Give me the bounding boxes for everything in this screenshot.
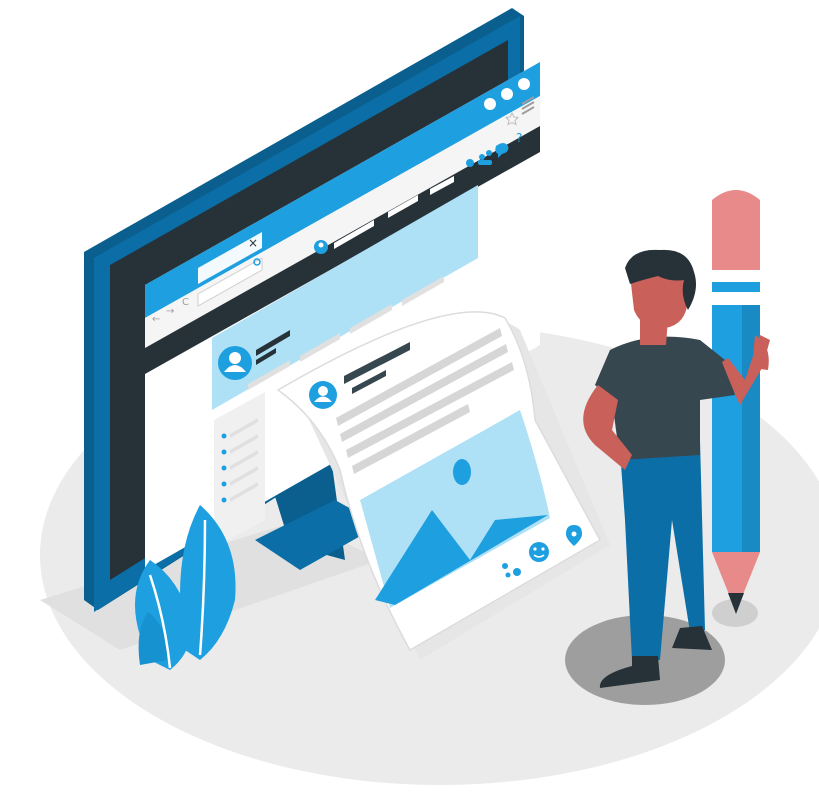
help-icon[interactable]: ? [516,131,522,145]
window-button-2[interactable] [501,88,513,100]
pencil-eraser [712,190,760,270]
post-avatar-head [318,386,328,396]
reload-icon[interactable]: C [182,297,189,308]
avatar-icon [229,352,241,364]
back-icon[interactable]: ← [152,314,160,325]
window-button-1[interactable] [484,98,496,110]
pencil-band-3 [712,292,760,304]
window-button-3[interactable] [518,78,530,90]
sun-icon [453,459,471,485]
pencil-band-1 [712,270,760,282]
bell-icon[interactable] [466,159,474,167]
nav-user-icon-head [318,242,324,248]
tab-close-icon[interactable]: × [248,236,258,250]
forward-icon[interactable]: → [166,306,174,317]
pencil-band-2 [712,282,760,292]
web-design-illustration: × ← → C ? [40,8,819,785]
pencil-icon [712,190,760,614]
emoji-icon[interactable] [529,542,549,562]
